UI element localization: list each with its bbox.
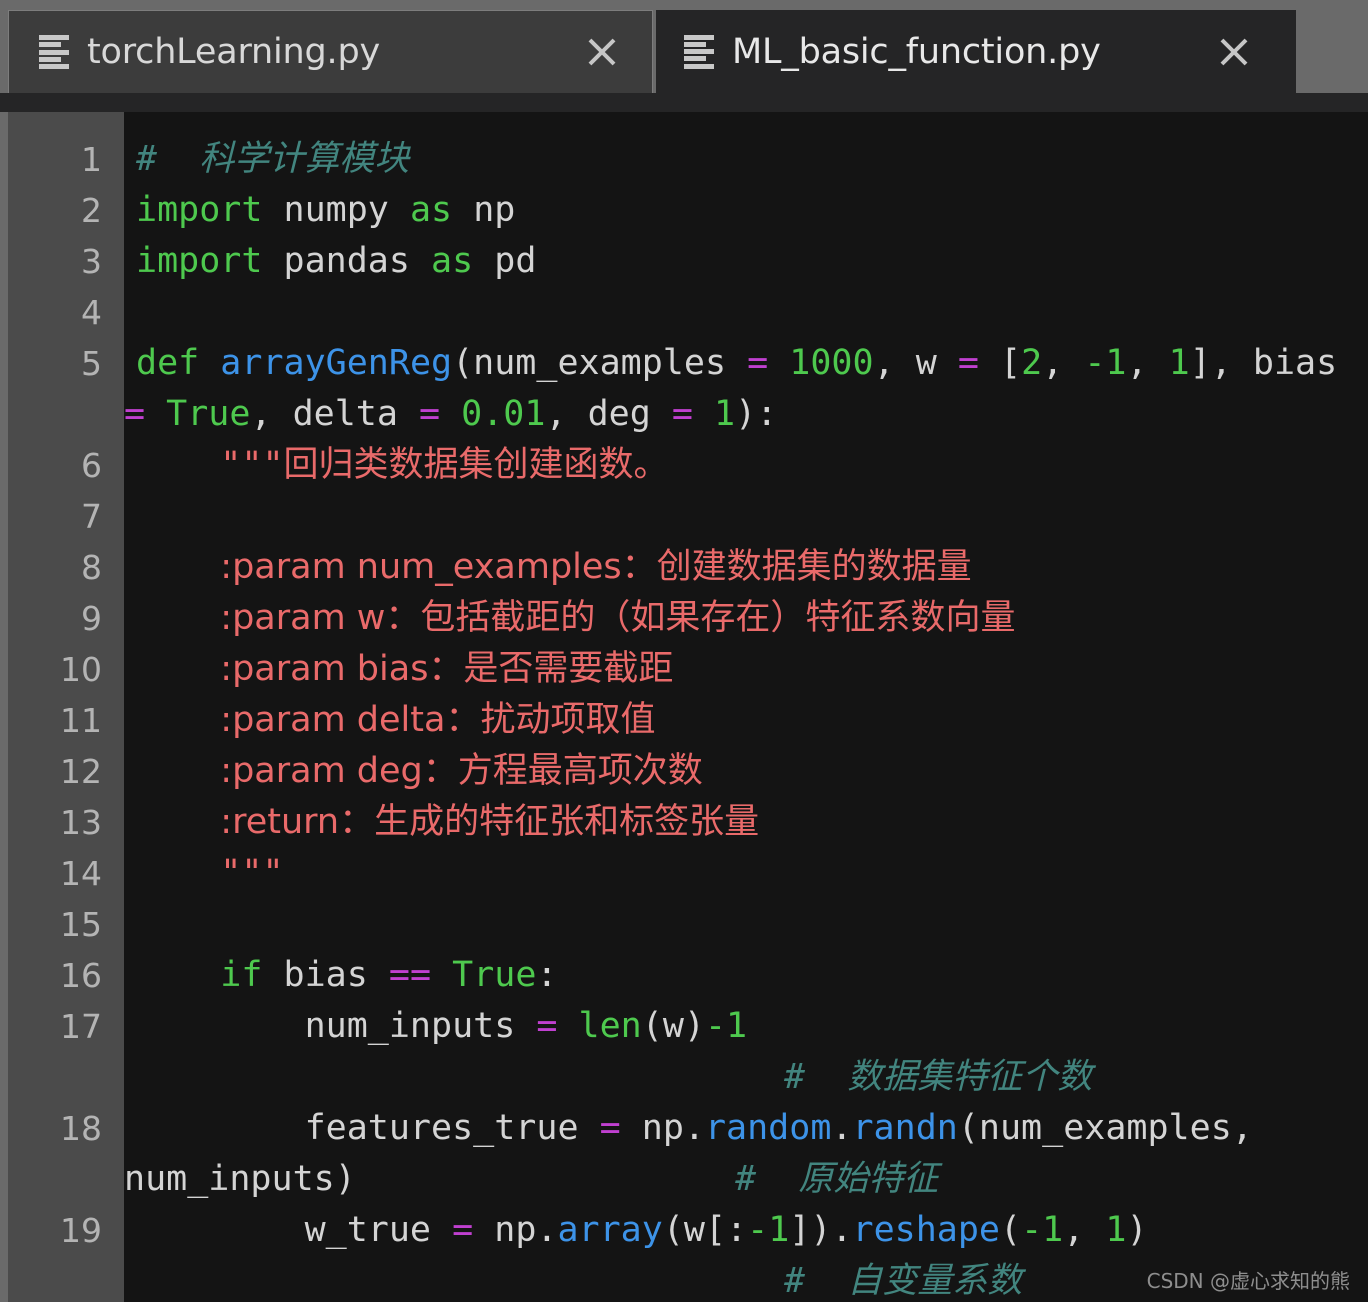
editor-tab-bar: torchLearning.py ML_basic_function.py: [0, 0, 1368, 93]
line-number: 12: [60, 752, 102, 791]
alias-name: pd: [494, 241, 537, 281]
keyword-as: as: [409, 190, 453, 230]
docstring-quote: """: [220, 445, 284, 485]
docstring-text: :return：生成的特征张和标签张量: [220, 802, 760, 842]
comment-text: 自变量系数: [847, 1261, 1023, 1301]
tab-label: ML_basic_function.py: [732, 31, 1101, 72]
line-number: 5: [81, 344, 102, 383]
line-number: 8: [81, 548, 102, 587]
keyword-import: import: [136, 190, 263, 230]
document-lines-icon: [39, 35, 69, 69]
tab-torchlearning[interactable]: torchLearning.py: [8, 10, 653, 93]
code-line: w_true = np.array(w[:-1]).reshape(-1, 1): [304, 1210, 1148, 1250]
code-line: num_inputs = len(w)-1: [304, 1006, 748, 1046]
code-line: :param num_examples：创建数据集的数据量: [124, 542, 972, 593]
line-number: 17: [60, 1007, 102, 1046]
code-line: # 科学计算模块: [124, 134, 409, 185]
code-editor[interactable]: 1 2 3 4 5 6 7 8 9 10 11 12 13 14 15 16 1…: [0, 112, 1368, 1302]
variable-name: features_true: [304, 1108, 600, 1148]
line-number: 1: [81, 140, 102, 179]
code-line: :return：生成的特征张和标签张量: [124, 797, 759, 848]
code-line-wrap: = True, delta = 0.01, deg = 1):: [124, 394, 778, 434]
line-number: 18: [60, 1109, 102, 1148]
line-number: 11: [60, 701, 102, 740]
comment-text: 原始特征: [798, 1159, 939, 1199]
line-number: 9: [81, 599, 102, 638]
tab-ml-basic-function[interactable]: ML_basic_function.py: [656, 10, 1296, 93]
keyword-true: True: [431, 955, 537, 995]
line-number: 3: [81, 242, 102, 281]
line-number: 6: [81, 446, 102, 485]
alias-name: np: [473, 190, 516, 230]
code-line: :param deg：方程最高项次数: [124, 746, 703, 797]
code-line-wrap: num_inputs) # 原始特征: [124, 1159, 939, 1199]
code-line: :param w：包括截距的（如果存在）特征系数向量: [124, 593, 1015, 644]
method-randn: randn: [852, 1108, 958, 1148]
keyword-if: if: [220, 955, 263, 995]
docstring-text: 回归类数据集创建函数。: [283, 445, 669, 485]
comment-text: 数据集特征个数: [847, 1057, 1093, 1097]
code-line: def arrayGenReg(num_examples = 1000, w =…: [136, 343, 1338, 383]
line-number-gutter: 1 2 3 4 5 6 7 8 9 10 11 12 13 14 15 16 1…: [8, 112, 124, 1302]
code-line-wrap-comment: # 自变量系数: [784, 1261, 1023, 1301]
line-number: 16: [60, 956, 102, 995]
line-number: 13: [60, 803, 102, 842]
code-line: if bias == True:: [220, 955, 558, 995]
docstring-text: :param num_examples：创建数据集的数据量: [220, 547, 972, 587]
code-line: features_true = np.random.randn(num_exam…: [304, 1108, 1253, 1148]
docstring-text: :param bias：是否需要截距: [220, 649, 674, 689]
csdn-watermark: CSDN @虚心求知的熊: [1146, 1269, 1350, 1293]
line-number: 14: [60, 854, 102, 893]
docstring-text: :param delta：扰动项取值: [220, 700, 656, 740]
code-line-wrap-comment: # 数据集特征个数: [784, 1057, 1093, 1097]
close-icon[interactable]: [1214, 32, 1254, 72]
line-number: 10: [60, 650, 102, 689]
line-number: 15: [60, 905, 102, 944]
variable-name: num_inputs: [304, 1006, 537, 1046]
builtin-len: len: [557, 1006, 642, 1046]
keyword-as: as: [431, 241, 474, 281]
module-name: numpy: [283, 190, 389, 230]
docstring-text: :param deg：方程最高项次数: [220, 751, 703, 791]
variable-name: w_true: [304, 1210, 453, 1250]
attribute-random: random: [704, 1108, 832, 1148]
close-icon[interactable]: [582, 32, 622, 72]
editor-left-rail: [0, 112, 8, 1302]
module-name: pandas: [283, 241, 410, 281]
docstring-text: :param w：包括截距的（如果存在）特征系数向量: [220, 598, 1016, 638]
function-name: arrayGenReg: [220, 343, 453, 383]
code-content[interactable]: # 科学计算模块 import numpy as np import panda…: [124, 112, 1368, 1302]
line-number: 19: [60, 1211, 102, 1250]
method-reshape: reshape: [852, 1210, 1001, 1250]
line-number: 7: [81, 497, 102, 536]
keyword-def: def: [136, 343, 200, 383]
comment-text: 科学计算模块: [199, 139, 410, 179]
line-number: 2: [81, 191, 102, 230]
code-line: """回归类数据集创建函数。: [124, 440, 669, 491]
keyword-import: import: [136, 241, 263, 281]
line-number: 4: [81, 293, 102, 332]
code-line: import numpy as np: [124, 185, 515, 236]
document-lines-icon: [684, 34, 714, 69]
docstring-quote: """: [220, 853, 284, 893]
code-line: :param bias：是否需要截距: [124, 644, 673, 695]
comment-hash: #: [136, 139, 158, 179]
operator-eqeq: ==: [388, 955, 432, 995]
method-array: array: [557, 1210, 663, 1250]
editor-toolbar-strip: [0, 93, 1368, 112]
code-line: :param delta：扰动项取值: [124, 695, 655, 746]
code-line: """: [124, 848, 284, 899]
code-line: import pandas as pd: [124, 236, 536, 287]
tab-label: torchLearning.py: [87, 32, 380, 72]
